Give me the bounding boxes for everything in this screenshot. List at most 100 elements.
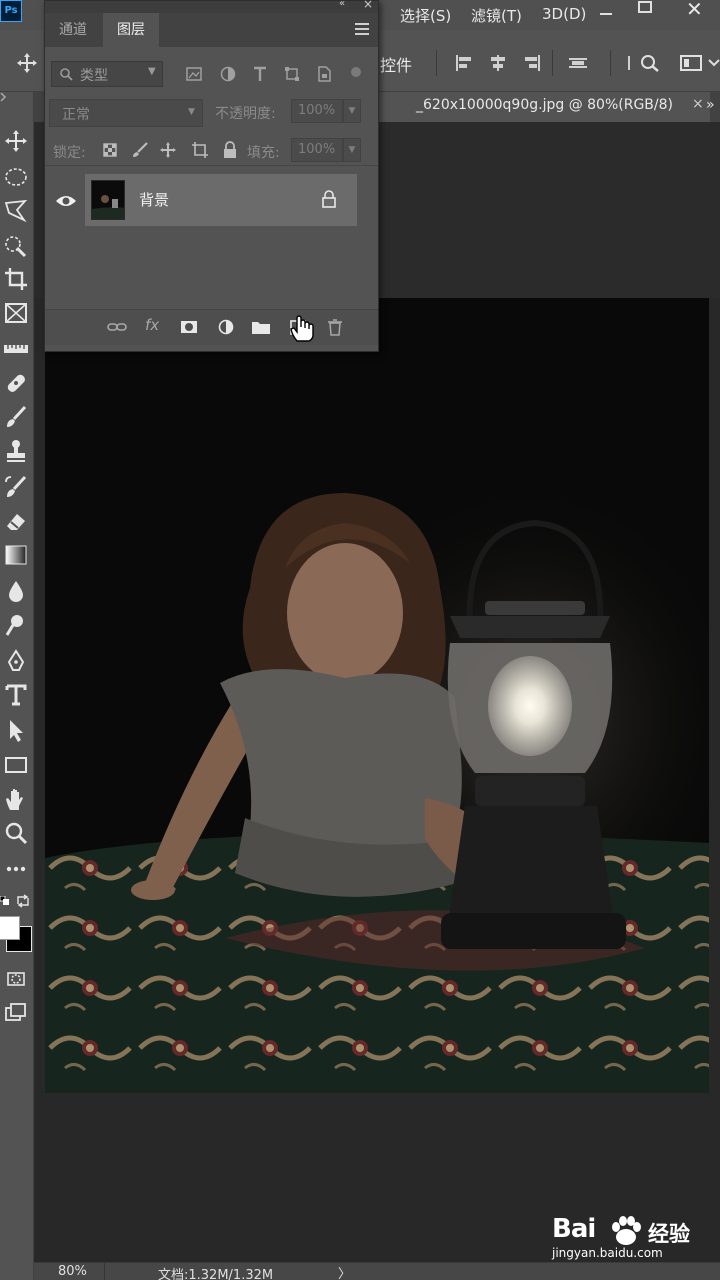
- maximize-button[interactable]: [638, 1, 652, 13]
- path-select-tool[interactable]: [3, 718, 29, 744]
- layer-style-fx-icon[interactable]: fx: [145, 316, 165, 334]
- fill-dropdown-button[interactable]: ▼: [343, 138, 361, 162]
- blend-mode-dropdown[interactable]: 正常 ▼: [49, 99, 203, 127]
- layer-row[interactable]: 背景: [85, 174, 357, 226]
- menu-3d[interactable]: 3D(D): [542, 5, 586, 23]
- smart-object-filter-icon[interactable]: [315, 65, 333, 83]
- hand-icon: [6, 789, 23, 810]
- blur-tool[interactable]: [3, 578, 29, 604]
- filter-toggle-icon[interactable]: [349, 65, 363, 83]
- more-tools[interactable]: [3, 856, 29, 882]
- link-layers-icon[interactable]: [107, 318, 127, 336]
- menu-select[interactable]: 选择(S): [400, 5, 451, 26]
- document-tab-title[interactable]: _620x10000q90g.jpg @ 80%(RGB/8): [416, 97, 673, 113]
- watermark-jingyan: 经验: [648, 1222, 690, 1246]
- layer-list: 背景: [45, 165, 378, 309]
- visibility-eye-icon[interactable]: [55, 192, 77, 210]
- lock-transparent-icon[interactable]: [101, 141, 119, 159]
- rectangle-tool[interactable]: [3, 752, 29, 778]
- status-menu-button[interactable]: 〉: [338, 1263, 351, 1280]
- status-bar: 80% 文档:1.32M/1.32M 〉: [34, 1262, 720, 1280]
- tab-overflow-button[interactable]: »: [706, 97, 715, 113]
- clone-stamp-tool[interactable]: [3, 438, 29, 464]
- move-tool[interactable]: [3, 128, 29, 154]
- workspace-switcher-icon[interactable]: [680, 54, 704, 72]
- history-brush-tool[interactable]: [3, 474, 29, 500]
- gradient-tool[interactable]: [3, 542, 29, 568]
- frame-tool[interactable]: [3, 300, 29, 326]
- tab-channels[interactable]: 通道: [45, 13, 101, 47]
- chevron-down-icon[interactable]: [708, 54, 720, 72]
- default-colors-icon[interactable]: [0, 896, 10, 906]
- opacity-field[interactable]: 100%: [291, 99, 343, 123]
- lock-image-pixels-icon[interactable]: [131, 141, 149, 159]
- close-window-button[interactable]: ✕: [686, 0, 703, 21]
- lock-artboard-icon[interactable]: [191, 141, 209, 159]
- screen-mode-button[interactable]: [3, 1000, 29, 1026]
- document-tab[interactable]: _620x10000q90g.jpg @ 80%(RGB/8) ×: [374, 92, 710, 122]
- image-canvas[interactable]: [45, 298, 709, 1093]
- layer-name[interactable]: 背景: [139, 189, 169, 210]
- zoom-level[interactable]: 80%: [58, 1264, 87, 1279]
- collapse-panel-icon[interactable]: «: [339, 0, 345, 9]
- frame-icon: [5, 303, 27, 323]
- chevron-down-icon: ▼: [148, 66, 156, 77]
- move-tool-icon[interactable]: [16, 52, 38, 74]
- watermark-url: jingyan.baidu.com: [552, 1246, 663, 1260]
- separator: [610, 50, 611, 76]
- separator: [552, 50, 553, 76]
- baidu-paw-logo-icon: [612, 1216, 641, 1245]
- type-layer-filter-icon[interactable]: [251, 65, 269, 83]
- align-left-icon[interactable]: [454, 54, 474, 72]
- chevron-right-icon[interactable]: [0, 92, 8, 102]
- pen-tool[interactable]: [3, 648, 29, 674]
- healing-brush-tool[interactable]: [3, 370, 29, 396]
- transform-controls-label[interactable]: 控件: [380, 52, 412, 76]
- trash-icon[interactable]: [325, 318, 345, 336]
- close-tab-button[interactable]: ×: [692, 96, 704, 112]
- close-panel-icon[interactable]: ×: [363, 0, 373, 11]
- align-right-icon[interactable]: [522, 54, 542, 72]
- pixel-layer-filter-icon[interactable]: [185, 65, 203, 83]
- brush-tool[interactable]: [3, 404, 29, 430]
- new-adjustment-layer-icon[interactable]: [217, 318, 237, 336]
- quick-select-tool[interactable]: [3, 232, 29, 258]
- marquee-tool[interactable]: [3, 164, 29, 190]
- ruler-tool[interactable]: [3, 336, 29, 362]
- move-icon: [5, 130, 27, 152]
- eraser-tool[interactable]: [3, 508, 29, 534]
- type-tool[interactable]: [3, 682, 29, 708]
- photoshop-logo[interactable]: Ps: [0, 0, 22, 22]
- distribute-icon[interactable]: [568, 54, 588, 72]
- foreground-color-swatch[interactable]: [0, 916, 20, 940]
- add-mask-icon[interactable]: [179, 318, 199, 336]
- minimize-button[interactable]: [596, 3, 616, 21]
- arrow-select-icon: [10, 720, 23, 742]
- fill-field[interactable]: 100%: [291, 138, 343, 162]
- chevron-down-icon: ▼: [188, 107, 195, 117]
- separator: [104, 1263, 105, 1280]
- quick-mask-button[interactable]: [3, 966, 29, 992]
- layer-lock-icon[interactable]: [321, 190, 337, 208]
- zoom-tool[interactable]: [3, 820, 29, 846]
- lock-position-icon[interactable]: [159, 141, 177, 159]
- menu-filter[interactable]: 滤镜(T): [471, 5, 522, 26]
- search-icon[interactable]: [640, 54, 660, 72]
- hand-tool[interactable]: [3, 786, 29, 812]
- dodge-tool[interactable]: [3, 612, 29, 638]
- adjustment-filter-icon[interactable]: [219, 65, 237, 83]
- lock-all-icon[interactable]: [221, 141, 239, 159]
- swap-colors-icon[interactable]: [16, 894, 30, 908]
- layer-thumbnail: [91, 180, 125, 220]
- opacity-dropdown-button[interactable]: ▼: [343, 99, 361, 123]
- bandage-icon: [7, 374, 25, 392]
- new-group-folder-icon[interactable]: [251, 318, 271, 336]
- type-icon: [5, 684, 27, 706]
- layer-filter-dropdown[interactable]: 类型 ▼: [51, 61, 163, 87]
- shape-layer-filter-icon[interactable]: [283, 65, 301, 83]
- tab-layers[interactable]: 图层: [103, 13, 159, 47]
- lasso-tool[interactable]: [3, 198, 29, 224]
- crop-tool[interactable]: [3, 266, 29, 292]
- panel-menu-icon[interactable]: [355, 23, 369, 35]
- align-center-icon[interactable]: [488, 54, 508, 72]
